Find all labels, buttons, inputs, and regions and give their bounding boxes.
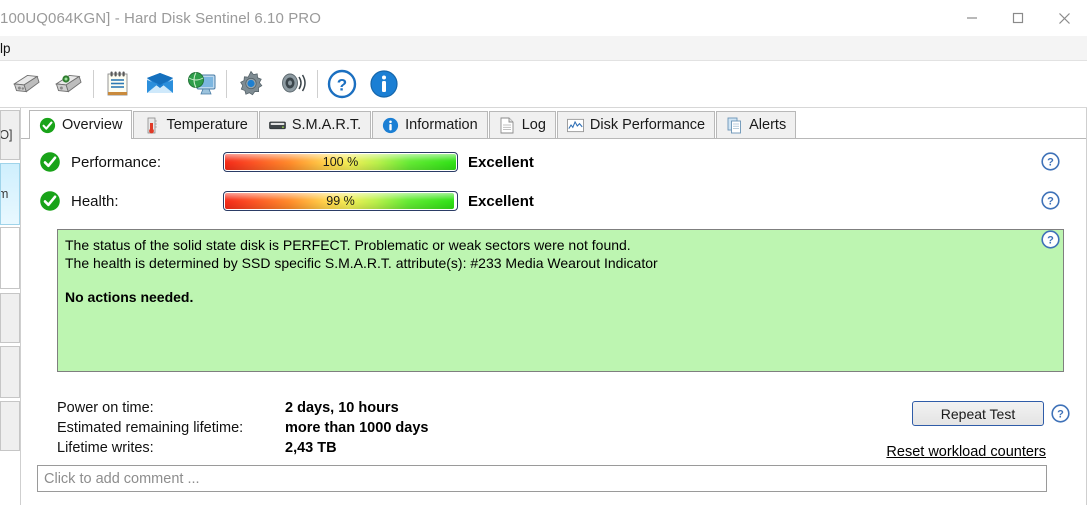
info-icon [382, 117, 399, 134]
sidebar-item-0[interactable]: VO] [0, 110, 20, 160]
maximize-button[interactable] [995, 0, 1041, 36]
tab-label: Disk Performance [589, 117, 706, 133]
status-panel: The status of the solid state disk is PE… [57, 229, 1064, 372]
document-icon [499, 117, 516, 134]
info-key: Power on time: [57, 400, 154, 416]
tab-disk-performance[interactable]: Disk Performance [556, 111, 716, 138]
performance-verdict: Excellent [468, 153, 534, 171]
drive-icon [269, 117, 286, 134]
sidebar-item-label: em [1, 187, 8, 201]
window-controls [949, 0, 1087, 36]
tab-temperature[interactable]: Temperature [133, 111, 258, 138]
comment-placeholder: Click to add comment ... [44, 470, 200, 487]
tab-smart[interactable]: S.M.A.R.T. [258, 111, 372, 138]
tab-alerts[interactable]: Alerts [716, 111, 797, 138]
help-icon[interactable]: ? [1041, 230, 1060, 249]
sidebar-item-3[interactable] [0, 293, 20, 343]
pages-icon [726, 117, 743, 134]
disk-settings-icon[interactable] [48, 63, 90, 105]
performance-bar-value: 100 % [322, 155, 359, 169]
tab-label: Overview [62, 117, 123, 133]
speaker-icon[interactable] [272, 63, 314, 105]
tab-label: Alerts [749, 117, 787, 133]
info-key: Estimated remaining lifetime: [57, 420, 244, 436]
tab-information[interactable]: Information [372, 111, 488, 138]
chart-icon [567, 117, 584, 134]
info-value: more than 1000 days [285, 420, 429, 436]
tab-label: Temperature [166, 117, 248, 133]
toolbar: ? [0, 61, 1087, 108]
svg-text:?: ? [337, 76, 347, 95]
reset-workload-counters-link[interactable]: Reset workload counters [883, 444, 1046, 460]
envelope-icon[interactable] [139, 63, 181, 105]
tab-strip: Overview Temperature S.M.A.R.T. Informat… [21, 108, 1087, 139]
close-button[interactable] [1041, 0, 1087, 36]
sidebar-item-2[interactable] [0, 227, 20, 289]
sidebar: VO] em [0, 108, 21, 505]
status-action: No actions needed. [65, 289, 194, 305]
menu-item-help[interactable]: lp [0, 41, 15, 56]
green-check-icon [39, 151, 61, 173]
tab-log[interactable]: Log [488, 111, 556, 138]
health-bar-value: 99 % [326, 194, 355, 208]
status-line-1: The status of the solid state disk is PE… [65, 237, 631, 253]
window-title: 100UQ064KGN] - Hard Disk Sentinel 6.10 P… [0, 9, 322, 27]
performance-row: Performance: 100 % Excellent [21, 150, 534, 174]
health-label: Health: [71, 192, 119, 210]
svg-text:?: ? [1047, 157, 1054, 169]
toolbar-separator [93, 70, 94, 98]
health-verdict: Excellent [468, 192, 534, 210]
info-row: Estimated remaining lifetime: more than … [57, 420, 428, 440]
help-icon[interactable]: ? [1041, 191, 1060, 210]
info-row: Lifetime writes: 2,43 TB [57, 440, 428, 460]
performance-bar: 100 % [223, 152, 458, 172]
thermometer-icon [143, 117, 160, 134]
tab-label: Information [405, 117, 478, 133]
tab-overview[interactable]: Overview [29, 110, 133, 139]
status-line-2: The health is determined by SSD specific… [65, 255, 658, 271]
health-bar: 99 % [223, 191, 458, 211]
notepad-icon[interactable] [97, 63, 139, 105]
tab-label: S.M.A.R.T. [291, 117, 362, 133]
gear-icon[interactable] [230, 63, 272, 105]
application-window: 100UQ064KGN] - Hard Disk Sentinel 6.10 P… [0, 0, 1087, 505]
info-key: Lifetime writes: [57, 440, 154, 456]
green-check-icon [39, 117, 56, 134]
svg-text:?: ? [1047, 235, 1054, 247]
info-value: 2 days, 10 hours [285, 400, 399, 416]
svg-text:?: ? [1057, 409, 1064, 421]
comment-input[interactable]: Click to add comment ... [37, 465, 1047, 492]
help-icon[interactable]: ? [321, 63, 363, 105]
help-icon[interactable]: ? [1051, 404, 1070, 423]
info-icon[interactable] [363, 63, 405, 105]
sidebar-item-1[interactable]: em [0, 163, 20, 225]
info-block: Power on time: 2 days, 10 hours Estimate… [57, 400, 428, 460]
tab-label: Log [521, 117, 546, 133]
title-bar: 100UQ064KGN] - Hard Disk Sentinel 6.10 P… [0, 0, 1087, 36]
menu-bar: lp [0, 36, 1087, 61]
sidebar-item-label: VO] [0, 128, 13, 142]
health-row: Health: 99 % Excellent [21, 189, 534, 213]
disk-icon[interactable] [6, 63, 48, 105]
toolbar-separator [317, 70, 318, 98]
help-icon[interactable]: ? [1041, 152, 1060, 171]
toolbar-separator [226, 70, 227, 98]
main-content: Overview Temperature S.M.A.R.T. Informat… [21, 108, 1087, 505]
minimize-button[interactable] [949, 0, 995, 36]
performance-label: Performance: [71, 153, 162, 171]
network-monitor-icon[interactable] [181, 63, 223, 105]
svg-text:?: ? [1047, 196, 1054, 208]
repeat-test-button[interactable]: Repeat Test [912, 401, 1044, 426]
sidebar-item-4[interactable] [0, 346, 20, 398]
sidebar-item-5[interactable] [0, 401, 20, 451]
info-value: 2,43 TB [285, 440, 337, 456]
info-row: Power on time: 2 days, 10 hours [57, 400, 428, 420]
green-check-icon [39, 190, 61, 212]
